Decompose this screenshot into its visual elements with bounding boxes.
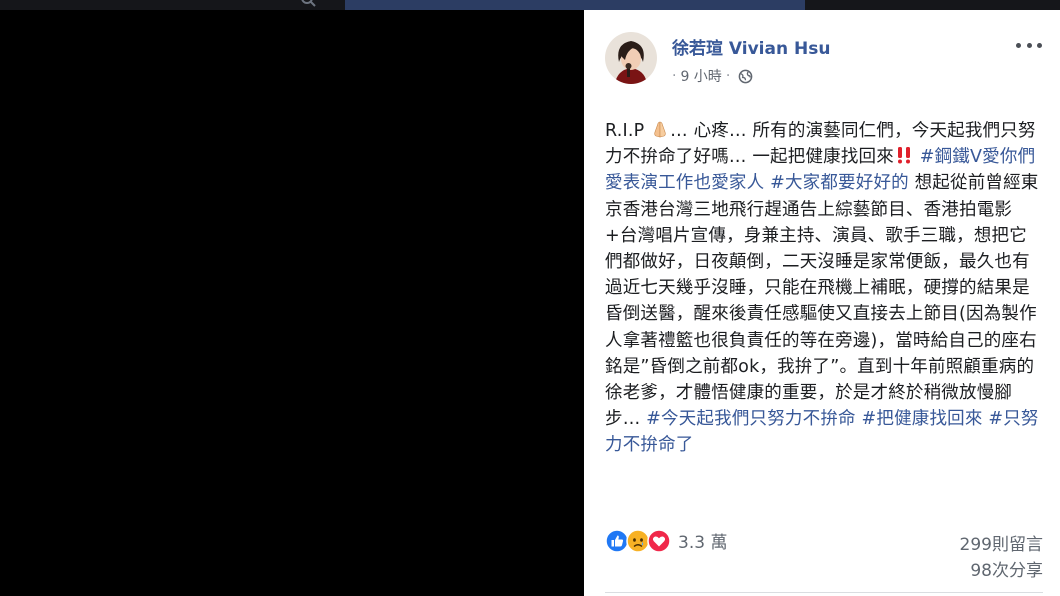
globe-icon[interactable] (738, 69, 753, 84)
meta-separator: · (725, 68, 731, 84)
post-text-segment: R.I.P (605, 121, 651, 141)
reaction-count: 3.3 萬 (678, 533, 728, 553)
meta-separator: · (672, 68, 677, 84)
folded-hands-icon (654, 121, 666, 138)
double-exclamation-icon (897, 147, 910, 164)
more-options-button[interactable] (1016, 38, 1042, 52)
search-icon (301, 0, 316, 7)
more-dot (1037, 42, 1042, 48)
photo-viewer-area (0, 10, 584, 596)
post-body-text: R.I.P … 心疼… 所有的演藝同仁們，今天起我們只努力不拚命了好嗎… 一起把… (605, 118, 1041, 459)
post-meta: · 9 小時 · (672, 66, 753, 86)
hashtag-link[interactable]: #今天起我們只努力不拚命 (646, 409, 856, 429)
more-dot (1026, 42, 1032, 48)
post-card: 徐若瑄 Vivian Hsu · 9 小時 · R.I.P … 心疼… 所有的演… (584, 10, 1060, 596)
love-icon (647, 528, 671, 553)
shares-count-link[interactable]: 98次分享 (970, 556, 1043, 581)
reactions-summary[interactable]: 3.3 萬 (605, 528, 727, 553)
reaction-icons (605, 528, 671, 553)
comments-count-link[interactable]: 299則留言 (960, 530, 1043, 555)
hashtag-link[interactable]: #大家都要好好的 (770, 173, 909, 193)
avatar[interactable] (605, 32, 657, 84)
post-timestamp[interactable]: 9 小時 (680, 66, 721, 86)
background-nav-strip (345, 0, 805, 10)
divider (605, 592, 1043, 593)
author-name[interactable]: 徐若瑄 Vivian Hsu (672, 34, 830, 59)
hashtag-link[interactable]: #把健康找回來 (862, 409, 983, 429)
background-top-bar (0, 0, 1060, 10)
post-text-segment: 想起從前曾經東京香港台灣三地飛行趕通告上綜藝節目、香港拍電影+台灣唱片宣傳，身兼… (605, 173, 1039, 430)
avatar-image (605, 32, 657, 84)
more-dot (1016, 42, 1021, 48)
